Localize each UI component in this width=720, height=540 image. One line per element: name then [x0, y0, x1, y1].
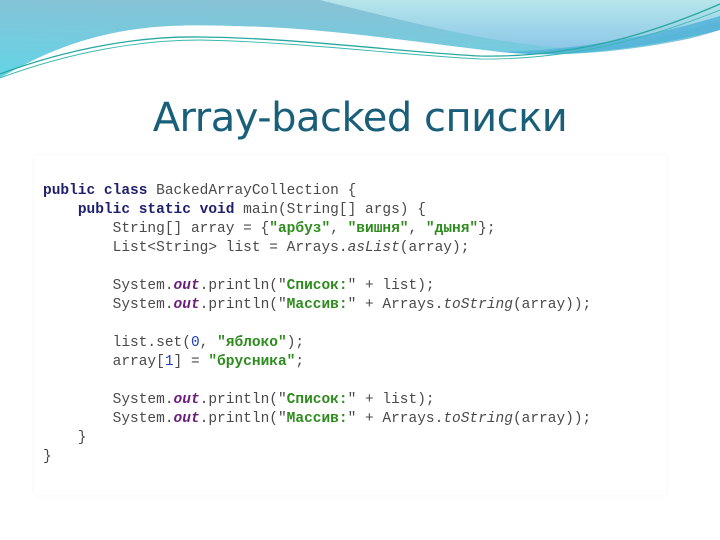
string-literal: "яблоко" [217, 335, 287, 351]
code-line-2: public static void main(String[] args) { [43, 201, 591, 220]
code-text: List<String> list = Arrays. [112, 240, 348, 256]
string-literal: "вишня" [347, 221, 409, 237]
code-text: (array)); [512, 297, 592, 313]
code-text: }; [478, 221, 496, 237]
static-field: out [173, 411, 200, 427]
static-field: out [173, 278, 200, 294]
code-text: ; [295, 354, 305, 370]
code-text: " + Arrays. [347, 411, 444, 427]
static-method: toString [443, 297, 513, 313]
code-line-12: System.out.println("Список:" + list); [43, 391, 591, 410]
keyword: public [77, 202, 131, 218]
code-text: (array)); [512, 411, 592, 427]
string-literal: "арбуз" [269, 221, 331, 237]
code-line-13: System.out.println("Массив:" + Arrays.to… [43, 410, 592, 429]
code-line-6: System.out.println("Список:" + list); [43, 277, 591, 296]
code-block: public class BackedArrayCollection { pub… [43, 182, 591, 467]
code-text: System. [112, 392, 174, 408]
code-text: BackedArrayCollection { [147, 183, 357, 199]
code-text: , [199, 335, 218, 351]
keyword: void [199, 202, 235, 218]
code-text: " + list); [347, 278, 435, 294]
keyword: class [103, 183, 148, 199]
code-text: System. [112, 411, 174, 427]
code-text: String[] array = { [112, 221, 270, 237]
keyword: public [43, 183, 96, 199]
code-text: System. [112, 278, 174, 294]
static-method: asList [347, 240, 400, 256]
code-text: , [408, 221, 426, 237]
code-text: ); [286, 335, 305, 351]
closing-brace: } [43, 430, 87, 446]
code-text: .println(" [199, 278, 287, 294]
keyword: static [138, 202, 191, 218]
number-literal: 0 [190, 335, 200, 351]
code-text: ] = [173, 354, 209, 370]
code-line-9: list.set(0, "яблоко"); [43, 334, 591, 353]
closing-brace: } [43, 449, 52, 465]
number-literal: 1 [164, 354, 174, 370]
static-method: toString [443, 411, 513, 427]
code-text: .println(" [199, 297, 287, 313]
code-text: " + Arrays. [347, 297, 444, 313]
code-text: .println(" [199, 411, 287, 427]
code-text: main(String[] args) { [234, 202, 426, 218]
slide-title: Array-backed списки [152, 95, 568, 141]
code-text: " + list); [347, 392, 435, 408]
string-literal: "дыня" [425, 221, 479, 237]
header-wave-decoration [0, 0, 720, 100]
code-line-14: } [43, 429, 591, 448]
code-line-1: public class BackedArrayCollection { [43, 182, 591, 201]
string-literal: Массив: [286, 297, 348, 313]
code-text: .println(" [199, 392, 287, 408]
code-text: array[ [112, 354, 165, 370]
code-line-4: List<String> list = Arrays.asList(array)… [43, 239, 591, 258]
static-field: out [173, 392, 200, 408]
string-literal: Список: [286, 392, 348, 408]
code-line-7: System.out.println("Массив:" + Arrays.to… [43, 296, 592, 315]
string-literal: "брусника" [208, 354, 296, 370]
string-literal: Список: [286, 278, 348, 294]
string-literal: Массив: [286, 411, 348, 427]
code-line-10: array[1] = "брусника"; [43, 353, 591, 372]
code-text: list.set( [112, 335, 191, 351]
code-text: (array); [399, 240, 470, 256]
static-field: out [173, 297, 200, 313]
code-text: System. [112, 297, 174, 313]
code-line-3: String[] array = {"арбуз", "вишня", "дын… [43, 220, 591, 239]
code-line-15: } [43, 448, 591, 467]
code-text: , [330, 221, 348, 237]
